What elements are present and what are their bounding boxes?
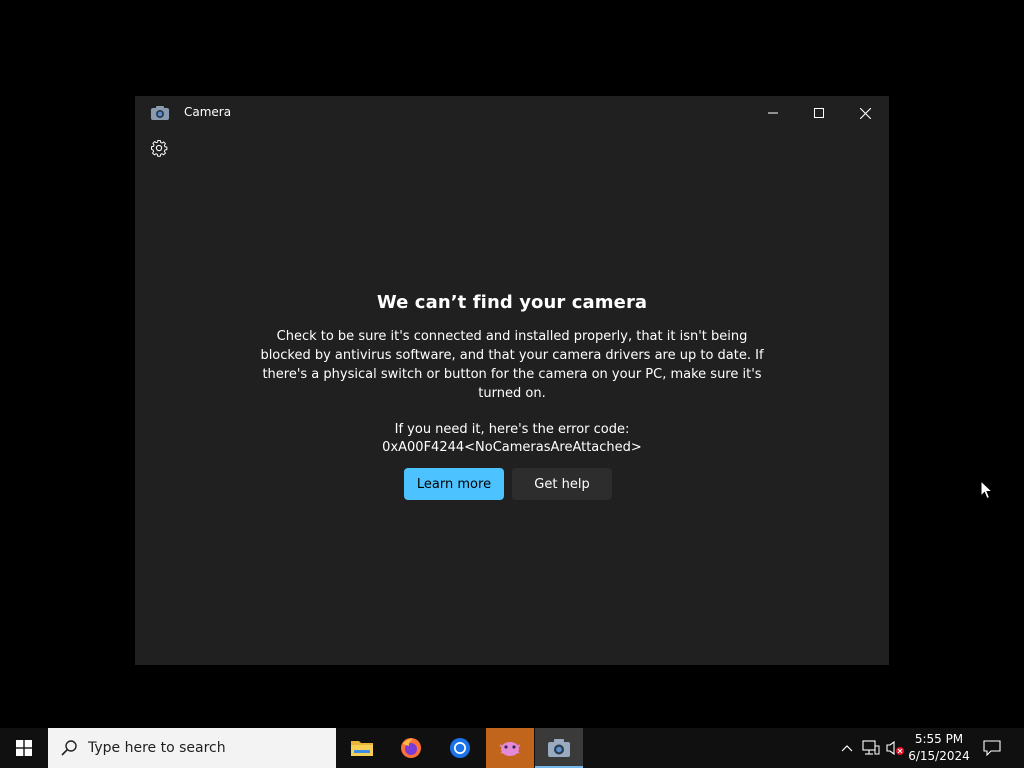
volume-tray-button[interactable] [884, 728, 906, 768]
taskbar-camera[interactable] [535, 728, 583, 768]
search-icon [60, 738, 80, 758]
chrome-icon [450, 738, 470, 758]
action-buttons: Learn more Get help [135, 468, 889, 500]
maximize-button[interactable] [796, 96, 842, 130]
clock-time: 5:55 PM [914, 732, 964, 746]
search-placeholder: Type here to search [88, 740, 226, 756]
learn-more-button[interactable]: Learn more [404, 468, 504, 500]
error-code: 0xA00F4244<NoCamerasAreAttached> [382, 440, 642, 455]
minimize-button[interactable] [750, 96, 796, 130]
camera-icon [548, 739, 570, 757]
get-help-button[interactable]: Get help [512, 468, 612, 500]
taskbar-clock[interactable]: 5:55 PM 6/15/2024 [906, 731, 972, 765]
action-center-button[interactable] [972, 728, 1012, 768]
taskbar-search-box[interactable]: Type here to search [48, 728, 336, 768]
close-button[interactable] [842, 96, 888, 130]
mouse-cursor-icon [980, 479, 994, 500]
firefox-icon [401, 738, 421, 758]
chevron-up-icon [841, 745, 853, 752]
gear-icon [151, 140, 168, 157]
notification-icon [983, 740, 1001, 756]
paint-icon [499, 742, 521, 756]
volume-muted-icon [886, 740, 904, 756]
windows-logo-icon [16, 740, 32, 756]
title-bar[interactable]: Camera [135, 96, 889, 130]
window-title: Camera [184, 105, 232, 119]
error-code-label: If you need it, here's the error code: [394, 422, 630, 437]
clock-date: 6/15/2024 [908, 749, 970, 763]
taskbar-paint[interactable] [486, 728, 534, 768]
network-icon [862, 740, 880, 755]
taskbar-chrome[interactable] [436, 728, 484, 768]
minimize-icon [768, 112, 778, 114]
error-heading: We can’t find your camera [376, 292, 648, 313]
error-message: Check to be sure it's connected and inst… [260, 329, 764, 401]
settings-button[interactable] [147, 136, 171, 160]
camera-app-icon [150, 105, 170, 121]
file-explorer-icon [351, 741, 373, 756]
show-hidden-icons-button[interactable] [836, 728, 858, 768]
start-button[interactable] [0, 728, 48, 768]
taskbar-firefox[interactable] [387, 728, 435, 768]
error-panel: We can’t find your camera Check to be su… [135, 292, 889, 457]
close-icon [859, 107, 871, 119]
network-tray-button[interactable] [860, 728, 882, 768]
camera-window: Camera We can’t find your camera Check t… [135, 96, 889, 665]
maximize-icon [814, 108, 824, 118]
taskbar: Type here to search 5:55 PM 6/15/2024 [0, 728, 1024, 768]
taskbar-file-explorer[interactable] [338, 728, 386, 768]
